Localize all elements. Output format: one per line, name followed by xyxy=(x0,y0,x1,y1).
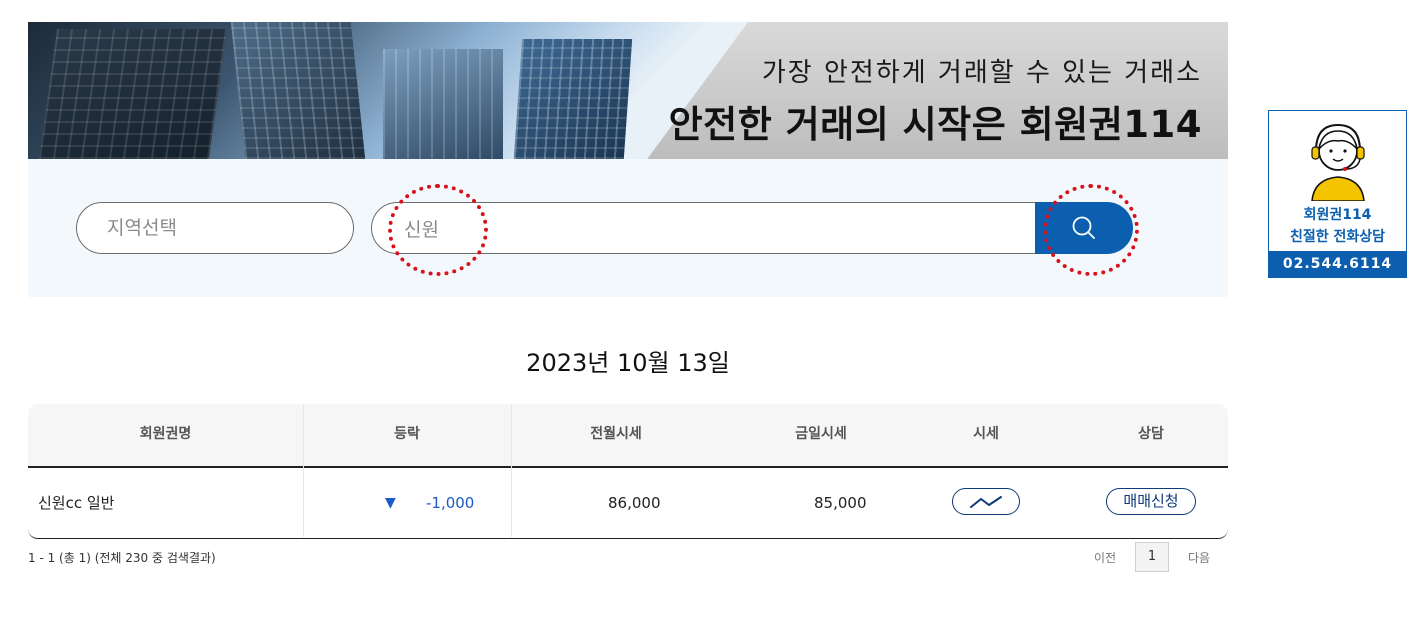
result-info: 1 - 1 (총 1) (전체 230 중 검색결과) xyxy=(28,551,216,565)
row-name: 신원cc 일반 xyxy=(38,494,115,512)
row-prev-month-price: 86,000 xyxy=(608,494,661,512)
search-button[interactable] xyxy=(1035,202,1133,254)
phone-consult-widget[interactable]: 회원권114 친절한 전화상담 02.544.6114 xyxy=(1268,110,1407,278)
trade-request-button[interactable]: 매매신청 xyxy=(1106,488,1196,515)
price-date: 2023년 10월 13일 xyxy=(526,349,730,377)
pagination-prev[interactable]: 이전 xyxy=(1094,549,1116,566)
header-chart: 시세 xyxy=(973,426,999,442)
widget-caption: 친절한 전화상담 xyxy=(1289,229,1386,245)
header-consult: 상담 xyxy=(1138,426,1164,442)
widget-brand: 회원권114 xyxy=(1303,207,1372,223)
banner-subtitle: 가장 안전하게 거래할 수 있는 거래소 xyxy=(761,58,1202,88)
header-today: 금일시세 xyxy=(795,426,847,442)
search-input[interactable] xyxy=(402,203,1006,253)
hero-banner: 가장 안전하게 거래할 수 있는 거래소 안전한 거래의 시작은 회원권114 xyxy=(28,22,1228,159)
widget-phone-number: 02.544.6114 xyxy=(1269,251,1406,277)
triangle-down-icon: ▼ xyxy=(385,495,396,511)
row-today-price: 85,000 xyxy=(814,494,867,512)
price-table: 회원권명 등락 전월시세 금일시세 시세 상담 신원cc 일반 ▼ -1,000… xyxy=(28,404,1228,539)
chart-button[interactable] xyxy=(952,488,1020,515)
pagination-page[interactable]: 1 xyxy=(1135,542,1169,572)
search-icon xyxy=(1072,216,1095,239)
row-change: -1,000 xyxy=(426,494,475,512)
trend-chart-icon xyxy=(970,495,1002,508)
header-prev-month: 전월시세 xyxy=(590,426,642,442)
banner-title: 안전한 거래의 시작은 회원권114 xyxy=(668,103,1202,146)
header-name: 회원권명 xyxy=(139,426,192,442)
search-panel: 지역선택 xyxy=(28,159,1228,297)
banner-buildings-image xyxy=(28,22,748,159)
headset-agent-icon xyxy=(1311,123,1365,201)
search-box xyxy=(371,202,1071,254)
pagination-next[interactable]: 다음 xyxy=(1188,549,1210,566)
table-header: 회원권명 등락 전월시세 금일시세 시세 상담 xyxy=(28,404,1228,468)
region-select[interactable]: 지역선택 xyxy=(76,202,354,254)
header-change: 등락 xyxy=(394,426,420,442)
